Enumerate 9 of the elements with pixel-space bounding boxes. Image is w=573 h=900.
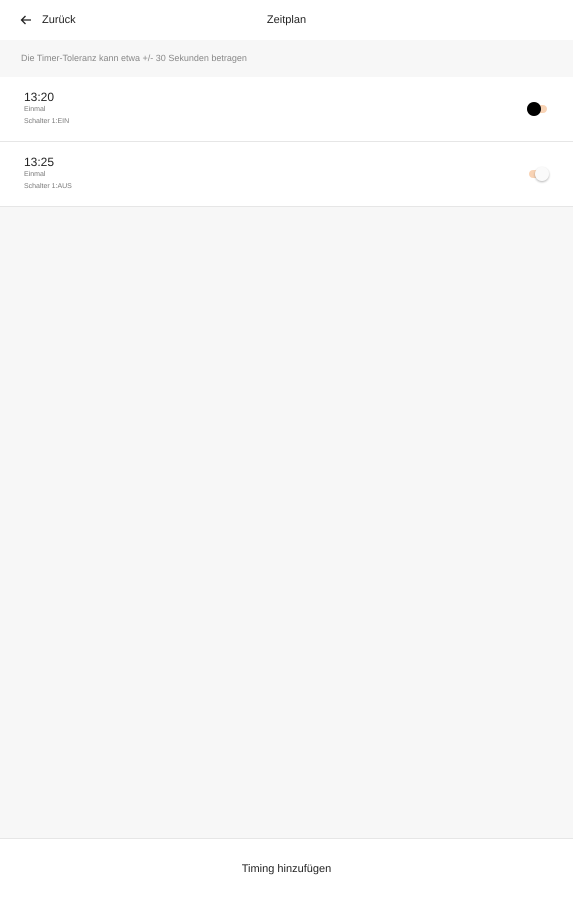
back-arrow-icon bbox=[20, 15, 32, 25]
toggle-switch[interactable] bbox=[527, 102, 549, 116]
timer-time: 13:25 bbox=[24, 154, 56, 170]
back-button[interactable]: Zurück bbox=[0, 10, 82, 30]
timer-time: 13:20 bbox=[24, 90, 56, 104]
page-title: Zeitplan bbox=[266, 14, 306, 26]
add-timing-button[interactable]: Timing hinzufügen bbox=[236, 860, 338, 879]
notice-text: Die Timer-Toleranz kann etwa +/- 30 Sekunden betragen bbox=[21, 52, 247, 65]
toggle-switch[interactable] bbox=[527, 167, 549, 181]
